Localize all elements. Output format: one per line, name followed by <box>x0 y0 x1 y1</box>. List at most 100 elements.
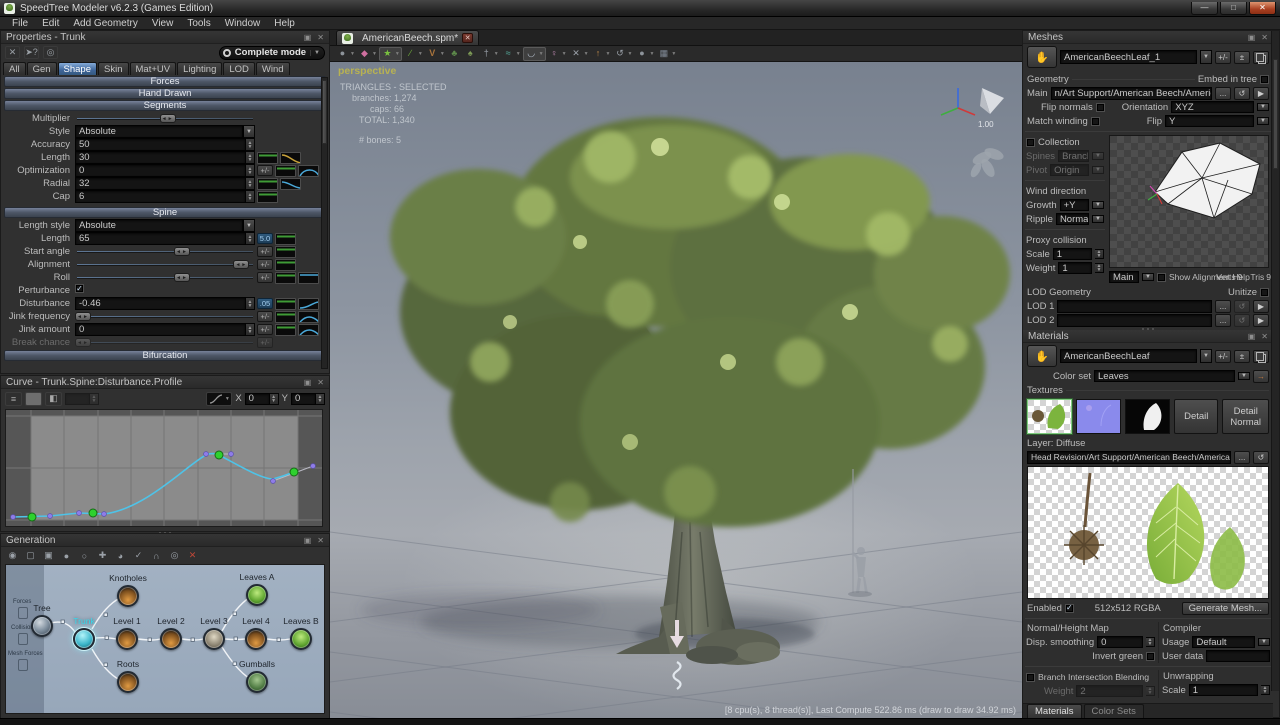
right-panel-scrollbar[interactable] <box>1271 31 1279 691</box>
spinner[interactable]: ▲▼ <box>90 393 99 405</box>
main-mesh-path-field[interactable]: n/Art Support/American Beech/AmericanBee… <box>1051 87 1212 100</box>
mesh-preview[interactable] <box>1109 135 1269 268</box>
profile-curve-thumb[interactable] <box>275 259 296 271</box>
close-panel-icon[interactable]: ✕ <box>317 536 324 545</box>
tab-all[interactable]: All <box>3 62 26 75</box>
disp-smoothing-input[interactable]: 0 <box>1097 636 1143 648</box>
tab-skin[interactable]: Skin <box>98 62 128 75</box>
variance-button[interactable]: +/- <box>257 311 273 322</box>
variance-button[interactable]: +/- <box>257 165 273 176</box>
eye-icon[interactable]: ◕ <box>113 549 128 562</box>
tab-mat-uv[interactable]: Mat+UV <box>130 62 177 75</box>
snap-icon[interactable]: ◎ <box>167 549 182 562</box>
level1-node-icon[interactable] <box>116 628 138 650</box>
variance-button[interactable]: +/- <box>257 337 273 348</box>
ripple-dropdown[interactable]: Normal <box>1056 213 1089 225</box>
reload-icon[interactable]: ↺ <box>1234 300 1250 313</box>
sphere-icon[interactable]: ● <box>59 549 74 562</box>
profile-curve-thumb[interactable] <box>275 311 296 323</box>
vp-tool-globe[interactable]: ●▼ <box>634 47 655 61</box>
delete-node-icon[interactable]: ✕ <box>185 549 200 562</box>
float-panel-icon[interactable]: ▣ <box>304 536 312 545</box>
marquee-icon[interactable]: ▢ <box>23 549 38 562</box>
curve-editor-canvas[interactable] <box>5 409 323 527</box>
material-plusminus-button[interactable]: ± <box>1234 350 1250 363</box>
mesh-duplicate-button[interactable] <box>1253 51 1269 64</box>
lod1-path-field[interactable] <box>1057 300 1212 313</box>
tab-shape[interactable]: Shape <box>58 62 97 75</box>
menu-file[interactable]: File <box>6 18 34 29</box>
deselect-icon[interactable]: ✕ <box>5 46 20 59</box>
chevron-down-icon[interactable]: ▼ <box>243 219 255 232</box>
color-set-apply-icon[interactable]: → <box>1253 370 1269 383</box>
tab-wind[interactable]: Wind <box>256 62 290 75</box>
tab-materials[interactable]: Materials <box>1027 704 1082 718</box>
break-chance-slider[interactable]: ◄► <box>75 336 255 349</box>
detail-button[interactable]: Detail <box>1174 399 1218 434</box>
roll-slider[interactable]: ◄► <box>75 271 255 284</box>
material-add-remove-button[interactable]: +/- <box>1215 350 1231 363</box>
curve-thumb[interactable] <box>298 311 319 323</box>
profile-curve-thumb[interactable] <box>257 152 278 164</box>
chevron-down-icon[interactable]: ▼ <box>243 125 255 138</box>
menu-view[interactable]: View <box>146 18 180 29</box>
variance-button[interactable]: +/- <box>257 272 273 283</box>
vp-tool-scale-figure[interactable]: ♀▼ <box>547 47 568 61</box>
level4-node-icon[interactable] <box>245 628 267 650</box>
curve-mode-icon[interactable]: ≡ <box>5 392 22 406</box>
vp-tool-spines[interactable]: ≈▼ <box>501 47 522 61</box>
proxy-scale-input[interactable]: 1 <box>1053 248 1092 260</box>
flip-dropdown[interactable]: Y <box>1165 115 1254 127</box>
mesh-selector-dropdown[interactable]: AmericanBeechLeaf_1 <box>1060 50 1197 64</box>
leaves-b-node-icon[interactable] <box>290 628 312 650</box>
vp-tool-sphere[interactable]: ●▼ <box>335 47 356 61</box>
length-input[interactable]: 30 <box>75 151 246 164</box>
flip-normals-checkbox[interactable] <box>1096 103 1105 112</box>
profile-curve-thumb[interactable] <box>275 233 296 245</box>
profile-curve-thumb[interactable] <box>257 178 278 190</box>
vp-tool-gravity[interactable]: ↑▼ <box>591 47 612 61</box>
user-data-field[interactable] <box>1206 650 1270 662</box>
float-panel-icon[interactable]: ▣ <box>304 33 312 42</box>
section-spine[interactable]: Spine <box>4 207 326 218</box>
close-button[interactable]: ✕ <box>1249 2 1276 15</box>
menu-help[interactable]: Help <box>268 18 301 29</box>
curve-preset-button[interactable]: ▼ <box>206 392 232 406</box>
material-selector-dropdown[interactable]: AmericanBeechLeaf <box>1060 349 1197 363</box>
match-winding-checkbox[interactable] <box>1091 117 1100 126</box>
close-panel-icon[interactable]: ✕ <box>1261 332 1268 341</box>
vp-tool-prune[interactable]: †▼ <box>479 47 500 61</box>
material-duplicate-button[interactable] <box>1253 350 1269 363</box>
curve-y-input[interactable]: 0 <box>291 393 316 405</box>
optimization-input[interactable]: 0 <box>75 164 246 177</box>
blend-weight-input[interactable]: 2 <box>1076 685 1143 697</box>
profile-curve-thumb[interactable] <box>275 246 296 258</box>
enabled-checkbox[interactable]: ✓ <box>1065 604 1074 613</box>
chevron-down-icon[interactable]: ▼ <box>1200 349 1212 363</box>
lasso-icon[interactable]: ○ <box>77 549 92 562</box>
vp-tool-rotate[interactable]: ↺▼ <box>612 47 633 61</box>
curve-thumb[interactable] <box>298 298 319 310</box>
gumballs-node-icon[interactable] <box>246 671 268 693</box>
spinner[interactable]: ▲▼ <box>246 138 255 151</box>
spinner[interactable]: ▲▼ <box>246 323 255 336</box>
alpha-texture-thumb[interactable] <box>1125 399 1170 434</box>
export-icon[interactable]: ▶ <box>1253 87 1269 100</box>
level3-node-icon[interactable] <box>203 628 225 650</box>
spinner[interactable]: ▲▼ <box>270 393 279 405</box>
profile-curve-thumb[interactable] <box>275 165 296 177</box>
spinner[interactable]: ▲▼ <box>246 164 255 177</box>
unitize-checkbox[interactable] <box>1260 288 1269 297</box>
trunk-node-icon[interactable] <box>73 628 95 650</box>
focus-node-icon[interactable]: ◉ <box>5 549 20 562</box>
perturbance-checkbox[interactable]: ✓ <box>75 284 84 293</box>
scrollbar-thumb[interactable] <box>322 80 327 144</box>
float-panel-icon[interactable]: ▣ <box>1248 33 1256 42</box>
variance-value[interactable]: .05 <box>257 298 273 309</box>
usage-dropdown[interactable]: Default <box>1192 636 1255 648</box>
force-icon[interactable] <box>18 607 28 619</box>
spinner[interactable]: ▲▼ <box>316 393 325 405</box>
spinner[interactable]: ▲▼ <box>246 297 255 310</box>
collection-checkbox[interactable] <box>1026 138 1035 147</box>
chevron-down-icon[interactable]: ▼ <box>1257 103 1269 111</box>
